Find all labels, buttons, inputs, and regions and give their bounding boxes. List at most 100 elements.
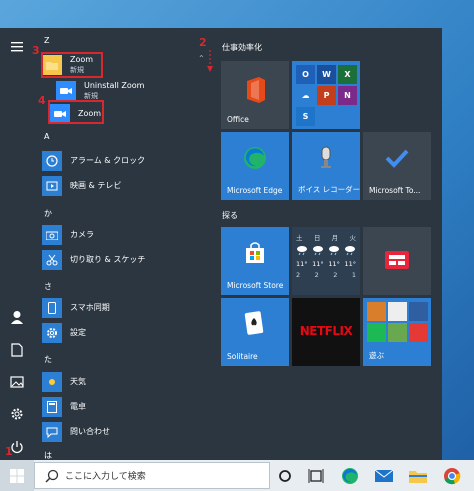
tile-group-title-explore[interactable]: 探る xyxy=(222,210,238,221)
step-badge-2: 2 xyxy=(199,36,207,49)
app-label: Uninstall Zoom xyxy=(84,81,145,90)
user-icon[interactable] xyxy=(8,308,26,326)
app-label: 天気 xyxy=(70,377,86,386)
news-icon xyxy=(385,251,409,269)
app-alarm-clock[interactable]: アラーム & クロック xyxy=(42,150,145,172)
clock-icon xyxy=(42,151,62,171)
sun-icon xyxy=(42,372,62,392)
chrome-icon[interactable] xyxy=(440,464,464,488)
game-icon xyxy=(367,302,386,321)
weather-day: 土 xyxy=(296,234,303,242)
hamburger-menu-icon[interactable] xyxy=(8,38,26,56)
app-settings[interactable]: 設定 xyxy=(42,322,86,344)
app-your-phone[interactable]: スマホ同期 xyxy=(42,297,110,319)
app-snip-sketch[interactable]: 切り取り & スケッチ xyxy=(42,249,145,271)
game-icon xyxy=(388,302,407,321)
tile-news[interactable] xyxy=(363,227,431,295)
game-icon xyxy=(388,323,407,342)
section-letter-sa[interactable]: さ xyxy=(44,281,52,292)
task-view-icon[interactable] xyxy=(304,464,328,488)
tile-label: Microsoft To... xyxy=(369,186,421,195)
tile-office[interactable]: Office xyxy=(221,61,289,129)
tile-label: Microsoft Edge xyxy=(227,186,283,195)
weather-time: 1 xyxy=(351,271,356,279)
powerpoint-icon: P xyxy=(317,86,336,105)
outlook-icon: O xyxy=(296,65,315,84)
weather-day: 火 xyxy=(349,234,356,242)
app-label: アラーム & クロック xyxy=(70,156,146,165)
playing-card-icon xyxy=(244,311,264,335)
windows-logo-icon xyxy=(10,468,24,483)
start-button[interactable] xyxy=(0,460,34,491)
phone-icon xyxy=(42,298,62,318)
game-icon xyxy=(409,323,428,342)
onedrive-icon: ☁ xyxy=(296,86,315,105)
weather-temp: 11° xyxy=(296,260,308,268)
tile-office-apps-group[interactable]: O W X ☁ P N S xyxy=(292,61,360,129)
app-get-help[interactable]: 問い合わせ xyxy=(42,421,110,443)
cloud-rain-icon xyxy=(313,246,323,255)
pictures-icon[interactable] xyxy=(8,373,26,391)
collapse-chevron-icon[interactable]: ⌃ xyxy=(198,54,205,63)
skype-icon: S xyxy=(296,107,315,126)
file-explorer-icon[interactable] xyxy=(406,464,430,488)
section-letter-z[interactable]: Z xyxy=(44,36,49,45)
app-list: Z Zoom 新規 Uninstall Zoom 新規 Zoom A アラーム … xyxy=(34,28,204,460)
tile-solitaire[interactable]: Solitaire xyxy=(221,298,289,366)
highlight-box-zoom-app xyxy=(48,100,104,124)
tile-netflix[interactable]: NETFLIX xyxy=(292,298,360,366)
app-label: 設定 xyxy=(70,328,86,337)
tile-label: Office xyxy=(227,115,249,124)
edge-taskbar-icon[interactable] xyxy=(338,464,362,488)
weather-time: 2 xyxy=(296,271,301,279)
section-letter-a[interactable]: A xyxy=(44,132,49,141)
microphone-icon xyxy=(321,146,331,168)
highlight-box-zoom-folder xyxy=(41,52,103,78)
weather-day: 日 xyxy=(313,234,321,242)
game-icon xyxy=(409,302,428,321)
app-calculator[interactable]: 電卓 xyxy=(42,396,86,418)
tile-microsoft-store[interactable]: Microsoft Store xyxy=(221,227,289,295)
weather-temp: 11° xyxy=(328,260,340,268)
tile-label: ボイス レコーダー xyxy=(298,185,360,194)
step-badge-1: 1 xyxy=(5,445,13,458)
app-uninstall-zoom[interactable]: Uninstall Zoom 新規 xyxy=(56,80,144,102)
cortana-icon[interactable] xyxy=(273,464,297,488)
step-badge-3: 3 xyxy=(32,44,40,57)
start-rail xyxy=(0,28,34,460)
help-icon xyxy=(42,422,62,442)
app-label: 映画 & テレビ xyxy=(70,181,122,190)
section-letter-ta[interactable]: た xyxy=(44,354,52,365)
cloud-rain-icon xyxy=(345,246,355,255)
document-icon[interactable] xyxy=(8,341,26,359)
section-letter-ka[interactable]: か xyxy=(44,208,52,219)
netflix-logo: NETFLIX xyxy=(299,324,353,338)
search-icon xyxy=(45,469,59,483)
edge-logo-icon xyxy=(244,147,266,169)
app-movies-tv[interactable]: 映画 & テレビ xyxy=(42,175,121,197)
tile-label: 遊ぶ xyxy=(369,351,384,360)
scroll-arrow-indicator xyxy=(207,50,213,72)
checkmark-icon xyxy=(385,149,409,168)
gear-icon xyxy=(42,323,62,343)
excel-icon: X xyxy=(338,65,357,84)
app-weather[interactable]: 天気 xyxy=(42,371,86,393)
tile-weather[interactable]: 土 日 月 火 11° 11° 11° 11° 2 2 2 1 xyxy=(292,227,360,295)
word-icon: W xyxy=(317,65,336,84)
tile-group-title-productivity[interactable]: 仕事効率化 xyxy=(222,42,262,53)
app-label: スマホ同期 xyxy=(70,303,110,312)
tile-microsoft-todo[interactable]: Microsoft To... xyxy=(363,132,431,200)
taskbar: 1 ここに入力して検索 xyxy=(0,445,474,491)
mail-icon[interactable] xyxy=(372,464,396,488)
settings-gear-icon[interactable] xyxy=(8,405,26,423)
weather-time: 2 xyxy=(333,271,338,279)
weather-time: 2 xyxy=(314,271,319,279)
tile-microsoft-edge[interactable]: Microsoft Edge xyxy=(221,132,289,200)
tile-voice-recorder[interactable]: ボイス レコーダー xyxy=(292,132,360,200)
app-camera[interactable]: カメラ xyxy=(42,224,94,246)
onenote-icon: N xyxy=(338,86,357,105)
taskbar-search-box[interactable]: ここに入力して検索 xyxy=(34,462,270,489)
tile-play-group[interactable]: 遊ぶ xyxy=(363,298,431,366)
camera-icon xyxy=(42,225,62,245)
app-label: 問い合わせ xyxy=(70,427,110,436)
